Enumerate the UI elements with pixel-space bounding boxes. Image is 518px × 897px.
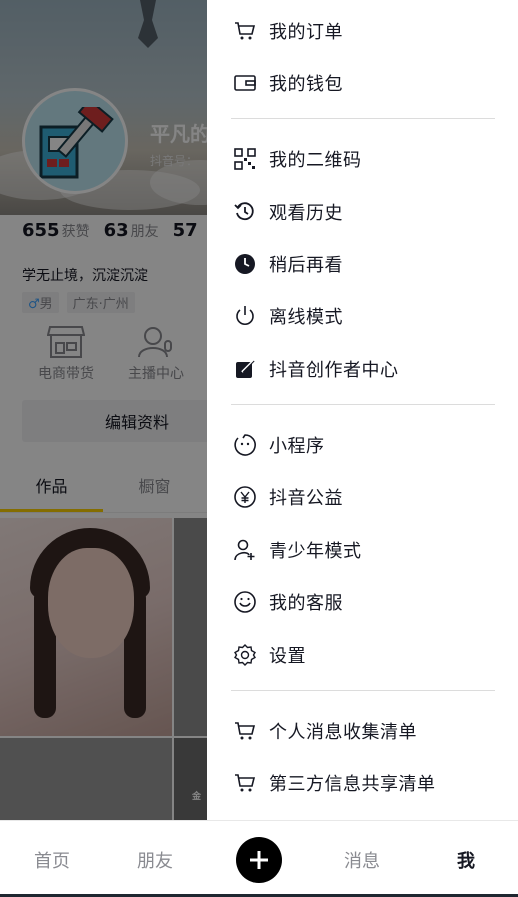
- drawer-item-history[interactable]: 观看历史: [233, 192, 343, 232]
- drawer-item-label: 青少年模式: [269, 541, 362, 562]
- history-icon: [233, 200, 257, 224]
- tab-friends[interactable]: 朋友: [137, 847, 173, 873]
- side-drawer: 我的订单 我的钱包 我的二维码 观看历史 稍后再看 离线模式 抖音创作者中心 小…: [207, 0, 518, 820]
- bottom-tab-bar: 首页 朋友 消息 我: [0, 820, 518, 894]
- drawer-item-third-party-sharing-list[interactable]: 第三方信息共享清单: [233, 763, 436, 803]
- edit-icon: [233, 357, 257, 381]
- teen-mode-icon: [233, 538, 257, 562]
- drawer-item-customer-service[interactable]: 我的客服: [233, 582, 343, 622]
- cart-icon: [233, 719, 257, 743]
- drawer-item-creator-center[interactable]: 抖音创作者中心: [233, 349, 399, 389]
- plus-icon: [250, 851, 268, 869]
- tab-messages[interactable]: 消息: [344, 847, 380, 873]
- tab-home[interactable]: 首页: [34, 847, 70, 873]
- drawer-item-label: 我的客服: [269, 593, 343, 614]
- drawer-divider: [231, 404, 495, 405]
- drawer-item-qrcode[interactable]: 我的二维码: [233, 139, 362, 179]
- drawer-item-teen-mode[interactable]: 青少年模式: [233, 530, 362, 570]
- drawer-item-label: 我的二维码: [269, 150, 362, 171]
- yen-icon: [233, 485, 257, 509]
- drawer-item-label: 抖音公益: [269, 488, 343, 509]
- drawer-item-label: 我的订单: [269, 22, 343, 43]
- drawer-item-settings[interactable]: 设置: [233, 635, 306, 675]
- drawer-item-charity[interactable]: 抖音公益: [233, 477, 343, 517]
- drawer-item-label: 观看历史: [269, 203, 343, 224]
- drawer-divider: [231, 118, 495, 119]
- create-button[interactable]: [236, 837, 282, 883]
- drawer-item-offline[interactable]: 离线模式: [233, 296, 343, 336]
- drawer-item-label: 我的钱包: [269, 74, 343, 95]
- drawer-item-label: 抖音创作者中心: [269, 360, 399, 381]
- drawer-item-label: 第三方信息共享清单: [269, 774, 436, 795]
- drawer-item-label: 设置: [269, 646, 306, 667]
- mini-program-icon: [233, 433, 257, 457]
- cart-icon: [233, 771, 257, 795]
- power-icon: [233, 304, 257, 328]
- qrcode-icon: [233, 147, 257, 171]
- drawer-item-wallet[interactable]: 我的钱包: [233, 63, 343, 103]
- drawer-item-label: 个人消息收集清单: [269, 722, 417, 743]
- clock-icon: [233, 252, 257, 276]
- smile-icon: [233, 590, 257, 614]
- tab-me[interactable]: 我: [457, 847, 475, 873]
- drawer-divider: [231, 690, 495, 691]
- drawer-item-orders[interactable]: 我的订单: [233, 11, 343, 51]
- cart-icon: [233, 19, 257, 43]
- drawer-item-label: 稍后再看: [269, 255, 343, 276]
- drawer-item-label: 小程序: [269, 436, 325, 457]
- drawer-item-watch-later[interactable]: 稍后再看: [233, 244, 343, 284]
- drawer-item-data-collection-list[interactable]: 个人消息收集清单: [233, 711, 417, 751]
- wallet-icon: [233, 71, 257, 95]
- settings-icon: [233, 643, 257, 667]
- drawer-item-mini-program[interactable]: 小程序: [233, 425, 325, 465]
- drawer-item-label: 离线模式: [269, 307, 343, 328]
